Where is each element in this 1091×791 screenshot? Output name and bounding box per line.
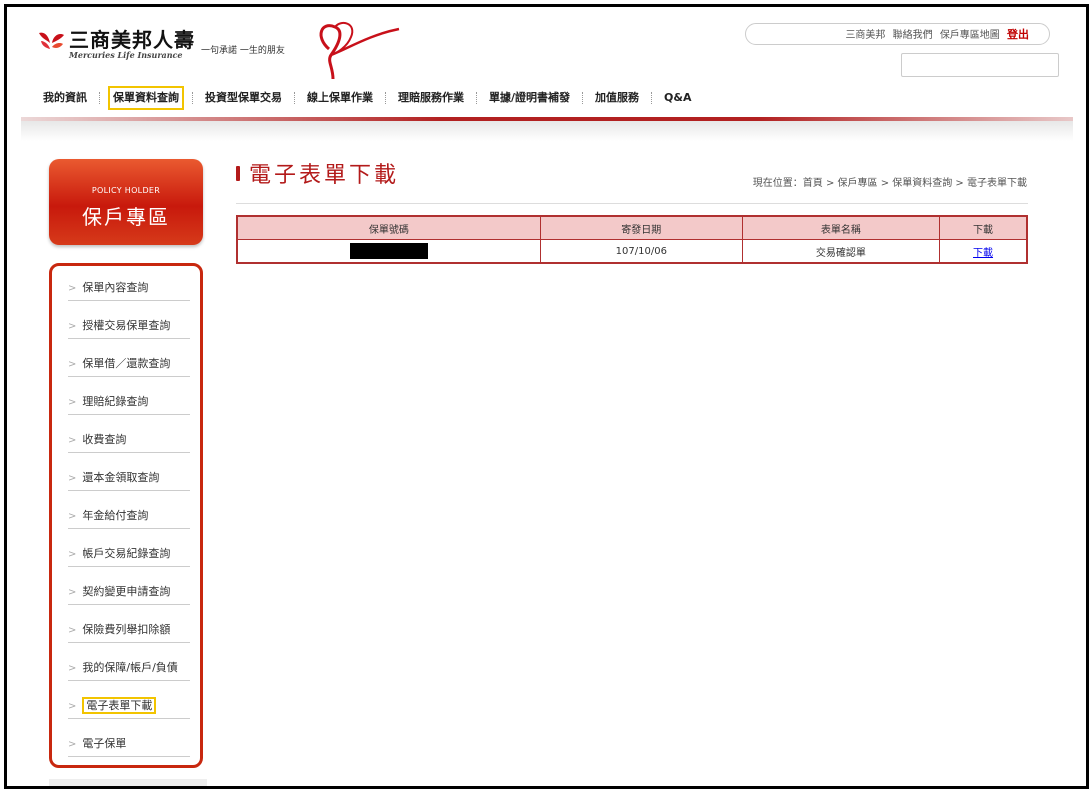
sidebar-item-label: 我的保障/帳戶/負債	[82, 661, 178, 674]
sidebar-item-claim-records[interactable]: > 理賠紀錄查詢	[68, 390, 190, 415]
heart-ribbon-icon	[307, 19, 407, 85]
title-divider	[236, 203, 1028, 204]
nav-online-policy[interactable]: 線上保單作業	[295, 88, 385, 108]
column-header-form-name: 表單名稱	[741, 215, 941, 240]
sidebar-item-label: 帳戶交易紀錄查詢	[82, 547, 171, 560]
sidebar-item-label: 電子保單	[82, 737, 127, 750]
sidebar-item-label: 收費查詢	[82, 433, 127, 446]
cell-date: 107/10/06	[539, 239, 743, 264]
sidebar-item-label: 保險費列舉扣除額	[82, 623, 171, 636]
brand-name: 三商美邦人壽	[69, 28, 195, 52]
sidebar-item-e-policy[interactable]: > 電子保單	[68, 732, 190, 757]
column-header-date: 寄發日期	[539, 215, 743, 240]
sidebar-item-label: 理賠紀錄查詢	[82, 395, 149, 408]
chevron-right-icon: >	[68, 701, 77, 712]
header-shadow	[21, 121, 1073, 141]
sidebar-item-label: 保單借／還款查詢	[82, 357, 171, 370]
chevron-right-icon: >	[68, 321, 77, 332]
cell-download: 下載	[939, 239, 1028, 264]
chevron-right-icon: >	[68, 473, 77, 484]
table-row: 107/10/06 交易確認單 下載	[236, 239, 1028, 264]
chevron-right-icon: >	[68, 359, 77, 370]
breadcrumb: 現在位置：首頁 > 保戶專區 > 保單資料查詢 > 電子表單下載	[752, 178, 1027, 189]
nav-investment-trade[interactable]: 投資型保單交易	[193, 88, 294, 108]
top-link-contact[interactable]: 聯絡我們	[893, 30, 933, 41]
sidebar-item-contract-change[interactable]: > 契約變更申請查詢	[68, 580, 190, 605]
slogan: 一句承諾 一生的朋友	[201, 46, 285, 56]
sidebar-item-label: 年金給付查詢	[82, 509, 149, 522]
sidebar-item-label: 還本金領取查詢	[82, 471, 160, 484]
page-title-text: 電子表單下載	[249, 163, 400, 188]
top-link-sitemap[interactable]: 保戶專區地圖	[940, 30, 1000, 41]
cell-form-name: 交易確認單	[741, 239, 941, 264]
sidebar-item-eform-download[interactable]: > 電子表單下載	[68, 694, 190, 719]
top-link-home[interactable]: 三商美邦	[845, 30, 885, 41]
sidebar-item-label: 授權交易保單查詢	[82, 319, 171, 332]
chevron-right-icon: >	[68, 283, 77, 294]
cell-policy-no	[236, 239, 541, 264]
browser-frame: 三商美邦人壽 Mercuries Life Insurance 一句承諾 一生的…	[4, 4, 1089, 789]
chevron-right-icon: >	[68, 587, 77, 598]
nav-my-info[interactable]: 我的資訊	[37, 88, 99, 108]
policy-holder-badge: POLICY HOLDER 保戶專區	[49, 159, 203, 245]
sidebar-item-label: 電子表單下載	[82, 697, 157, 714]
nav-document-reissue[interactable]: 單據/證明書補發	[477, 88, 582, 108]
brand-english: Mercuries Life Insurance	[69, 50, 183, 60]
sidebar-menu: > 保單內容查詢 > 授權交易保單查詢 > 保單借／還款查詢 > 理賠紀錄查詢 > 收費查…	[49, 263, 203, 768]
sidebar-item-account-transactions[interactable]: > 帳戶交易紀錄查詢	[68, 542, 190, 567]
eform-table: 保單號碼 寄發日期 表單名稱 下載 107/10/06 交易確認單 下載	[236, 215, 1028, 264]
sidebar-item-refund-collection[interactable]: > 還本金領取查詢	[68, 466, 190, 491]
chevron-right-icon: >	[68, 549, 77, 560]
chevron-right-icon: >	[68, 739, 77, 750]
page-title: 電子表單下載	[236, 157, 399, 189]
table-header-row: 保單號碼 寄發日期 表單名稱 下載	[236, 215, 1028, 240]
sidebar-footer	[49, 779, 207, 786]
sidebar-item-loan-repay[interactable]: > 保單借／還款查詢	[68, 352, 190, 377]
nav-policy-query[interactable]: 保單資料查詢	[108, 86, 184, 110]
chevron-right-icon: >	[68, 435, 77, 446]
title-marker	[236, 165, 240, 181]
sidebar-item-policy-content[interactable]: > 保單內容查詢	[68, 276, 190, 301]
sidebar-item-annuity-payment[interactable]: > 年金給付查詢	[68, 504, 190, 529]
nav-qa[interactable]: Q&A	[652, 88, 703, 108]
sidebar-item-authorized-trade[interactable]: > 授權交易保單查詢	[68, 314, 190, 339]
sidebar-item-premium-deduction[interactable]: > 保險費列舉扣除額	[68, 618, 190, 643]
chevron-right-icon: >	[68, 397, 77, 408]
redacted-policy-number	[349, 243, 428, 259]
butterfly-logo-icon	[37, 29, 65, 55]
chevron-right-icon: >	[68, 663, 77, 674]
sidebar-item-payment-query[interactable]: > 收費查詢	[68, 428, 190, 453]
brand-logo[interactable]: 三商美邦人壽 Mercuries Life Insurance 一句承諾 一生的…	[37, 29, 285, 60]
main-nav: 我的資訊 保單資料查詢 投資型保單交易 線上保單作業 理賠服務作業 單據/證明書…	[37, 86, 704, 110]
nav-value-added[interactable]: 加值服務	[583, 88, 651, 108]
logout-link[interactable]: 登出	[1007, 28, 1029, 41]
badge-english: POLICY HOLDER	[91, 186, 161, 195]
chevron-right-icon: >	[68, 511, 77, 522]
chevron-right-icon: >	[68, 625, 77, 636]
sidebar-item-label: 契約變更申請查詢	[82, 585, 171, 598]
column-header-policy-no: 保單號碼	[236, 215, 541, 240]
nav-claims-service[interactable]: 理賠服務作業	[386, 88, 476, 108]
badge-chinese: 保戶專區	[82, 205, 170, 229]
download-link[interactable]: 下載	[973, 248, 993, 259]
sidebar-item-my-coverage[interactable]: > 我的保障/帳戶/負債	[68, 656, 190, 681]
sidebar-item-label: 保單內容查詢	[82, 281, 149, 294]
column-header-download: 下載	[939, 215, 1028, 240]
search-input[interactable]	[901, 53, 1059, 77]
nav-divider	[99, 92, 100, 104]
top-links-bar: 三商美邦 聯絡我們 保戶專區地圖 登出	[745, 23, 1050, 45]
